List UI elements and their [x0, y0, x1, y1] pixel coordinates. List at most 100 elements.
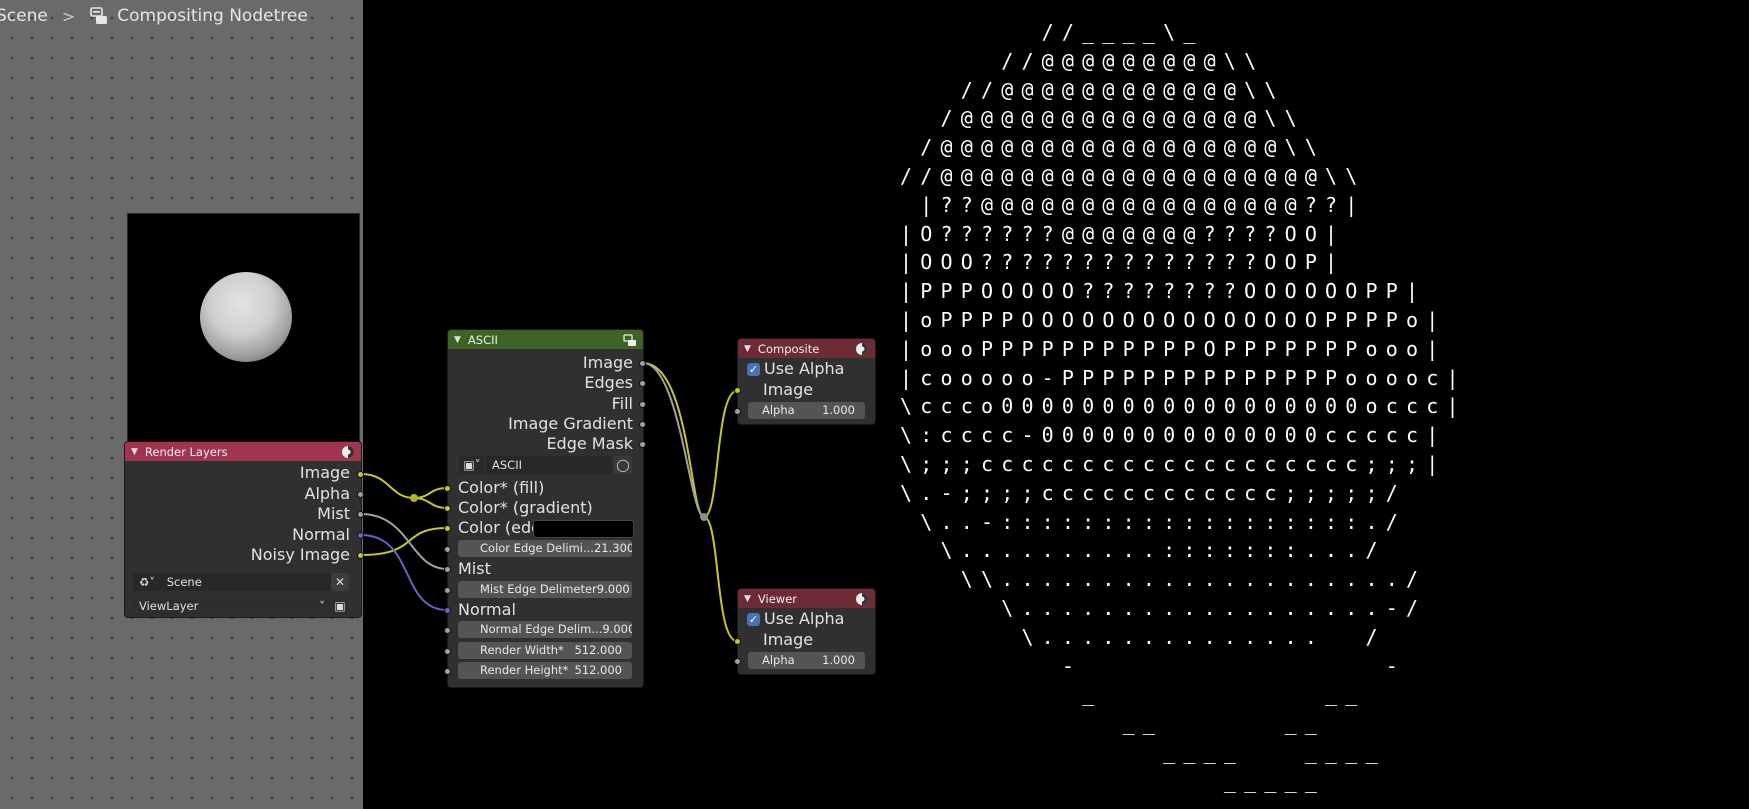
render-icon[interactable] [855, 592, 869, 606]
link-ascii-composite [642, 362, 738, 519]
composite-use-alpha-checkbox[interactable]: ✓ [747, 363, 760, 376]
node-group-browse-icon[interactable]: ▣˅ [459, 456, 485, 474]
composite-use-alpha-label: Use Alpha [764, 359, 845, 378]
render-layers-title: Render Layers [144, 444, 228, 459]
socket-normal-in[interactable] [444, 607, 451, 614]
field-value: 512.000 [574, 643, 622, 657]
ascii-title: ASCII [467, 332, 498, 347]
input-mist: Mist [458, 559, 491, 578]
socket-viewer-alpha-in[interactable] [734, 658, 741, 665]
socket-image-out[interactable] [357, 471, 364, 478]
fake-user-shield-icon[interactable]: ◯ [614, 456, 632, 474]
viewer-use-alpha-label: Use Alpha [764, 609, 845, 628]
render-height-field[interactable]: Render Height* 512.000 [458, 662, 632, 679]
render-layers-header[interactable]: ▼ Render Layers [125, 442, 361, 461]
ascii-render-backdrop: //____\_ //@@@@@@@@@\\ //@@@@@@@@@@@@\\ … [900, 20, 1467, 793]
render-icon[interactable] [855, 342, 869, 356]
chevron-down-icon: ˅ [319, 599, 325, 613]
composite-image-input: Image [763, 380, 814, 399]
link-viewer [703, 516, 738, 642]
field-value: 512.000 [574, 663, 622, 677]
link-ascii-viewer [642, 362, 705, 518]
socket-color-edge-in[interactable] [444, 525, 451, 532]
socket-composite-image-in[interactable] [734, 387, 741, 394]
render-preview [127, 213, 360, 445]
socket-normal-edge-delimiter-in[interactable] [444, 627, 451, 634]
composite-title: Composite [757, 341, 820, 356]
link-image-fill [360, 473, 448, 500]
color-edge-delimiter-field[interactable]: Color Edge Delimi... 21.300 [458, 540, 632, 557]
scene-icon: ♻˅ [139, 575, 156, 589]
socket-ascii-image-out[interactable] [639, 360, 646, 367]
socket-alpha-out[interactable] [357, 491, 364, 498]
reroute-dot [700, 513, 708, 521]
output-alpha: Alpha [304, 484, 351, 503]
socket-image-gradient-out[interactable] [639, 421, 646, 428]
reroute-dot [410, 494, 418, 502]
sphere-preview [200, 272, 292, 362]
output-noisy-image: Noisy Image [250, 545, 350, 564]
socket-mist-edge-delimiter-in[interactable] [444, 587, 451, 594]
ascii-output-fill: Fill [611, 394, 633, 413]
ascii-header[interactable]: ▼ ASCII [448, 330, 643, 349]
render-layer-icon[interactable]: ▣ [331, 597, 349, 615]
viewer-image-input: Image [763, 630, 814, 649]
collapse-chevron-icon[interactable]: ▼ [454, 335, 461, 345]
render-width-field[interactable]: Render Width* 512.000 [458, 642, 632, 659]
link-normal [360, 534, 448, 611]
input-color-fill: Color* (fill) [458, 478, 545, 497]
scene-selector[interactable]: ♻˅ Scene [133, 573, 331, 591]
color-edge-swatch[interactable] [533, 520, 634, 538]
output-normal: Normal [292, 525, 350, 544]
collapse-chevron-icon[interactable]: ▼ [744, 594, 751, 604]
field-label: Mist Edge Delimeter [480, 582, 597, 596]
render-icon[interactable] [341, 445, 355, 459]
field-value: 1.000 [822, 403, 855, 417]
ascii-output-image: Image [582, 353, 633, 372]
node-group-name: ASCII [492, 458, 522, 472]
field-value: 1.000 [822, 653, 855, 667]
field-label: Alpha [762, 653, 795, 667]
composite-alpha-field[interactable]: Alpha 1.000 [748, 402, 865, 419]
unlink-scene-button[interactable]: ✕ [331, 573, 349, 591]
link-noisy-image-edge [360, 527, 448, 556]
view-layer-value: ViewLayer [139, 599, 199, 613]
socket-mist-out[interactable] [357, 511, 364, 518]
viewer-header[interactable]: ▼ Viewer [738, 589, 875, 608]
composite-header[interactable]: ▼ Composite [738, 339, 875, 358]
socket-noisy-image-out[interactable] [357, 552, 364, 559]
input-normal: Normal [458, 600, 516, 619]
socket-render-height-in[interactable] [444, 668, 451, 675]
field-value: 9.000 [596, 582, 630, 596]
ascii-output-image-gradient: Image Gradient [508, 414, 633, 433]
node-group-icon[interactable] [623, 333, 637, 347]
normal-edge-delimiter-field[interactable]: Normal Edge Delim... 9.000 [458, 621, 632, 638]
socket-edges-out[interactable] [639, 380, 646, 387]
viewer-use-alpha-checkbox[interactable]: ✓ [747, 613, 760, 626]
field-label: Render Height* [480, 663, 569, 677]
field-label: Alpha [762, 403, 795, 417]
field-label: Normal Edge Delim... [480, 622, 603, 636]
socket-viewer-image-in[interactable] [734, 638, 741, 645]
view-layer-selector[interactable]: ViewLayer ˅ [133, 597, 331, 615]
socket-mist-in[interactable] [444, 566, 451, 573]
output-image: Image [299, 463, 350, 482]
socket-composite-alpha-in[interactable] [734, 408, 741, 415]
socket-color-edge-delimiter-in[interactable] [444, 546, 451, 553]
scene-value: Scene [166, 575, 202, 589]
socket-color-fill-in[interactable] [444, 485, 451, 492]
field-value: 9.000 [602, 622, 632, 636]
node-group-name-field[interactable]: ASCII [486, 456, 612, 474]
socket-render-width-in[interactable] [444, 648, 451, 655]
input-color-gradient: Color* (gradient) [458, 498, 593, 517]
socket-normal-out[interactable] [357, 532, 364, 539]
viewer-alpha-field[interactable]: Alpha 1.000 [748, 652, 865, 669]
collapse-chevron-icon[interactable]: ▼ [131, 447, 138, 457]
socket-color-gradient-in[interactable] [444, 505, 451, 512]
field-label: Color Edge Delimi... [480, 541, 594, 555]
viewer-title: Viewer [757, 591, 798, 606]
mist-edge-delimiter-field[interactable]: Mist Edge Delimeter 9.000 [458, 581, 632, 598]
collapse-chevron-icon[interactable]: ▼ [744, 344, 751, 354]
socket-edge-mask-out[interactable] [639, 441, 646, 448]
socket-fill-out[interactable] [639, 401, 646, 408]
